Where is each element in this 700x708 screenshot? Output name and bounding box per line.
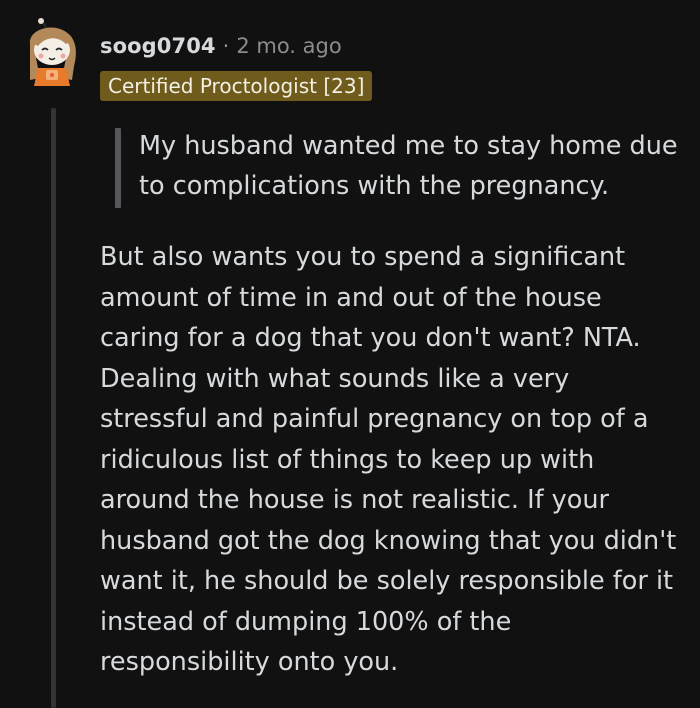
meta-separator: · <box>222 34 230 58</box>
blockquote-bar <box>115 128 121 208</box>
blockquote-text: My husband wanted me to stay home due to… <box>139 131 678 201</box>
comment-timestamp[interactable]: 2 mo. ago <box>236 30 341 62</box>
comment-author[interactable]: soog0704 <box>100 30 216 62</box>
user-flair: Certified Proctologist [23] <box>100 71 373 101</box>
thread-collapse-line[interactable] <box>51 108 56 708</box>
comment-body: But also wants you to spend a significan… <box>100 242 677 677</box>
user-avatar-icon[interactable] <box>22 18 86 90</box>
comment-header: soog0704 · 2 mo. ago <box>100 30 342 62</box>
comment: soog0704 · 2 mo. ago Certified Proctolog… <box>0 0 700 708</box>
